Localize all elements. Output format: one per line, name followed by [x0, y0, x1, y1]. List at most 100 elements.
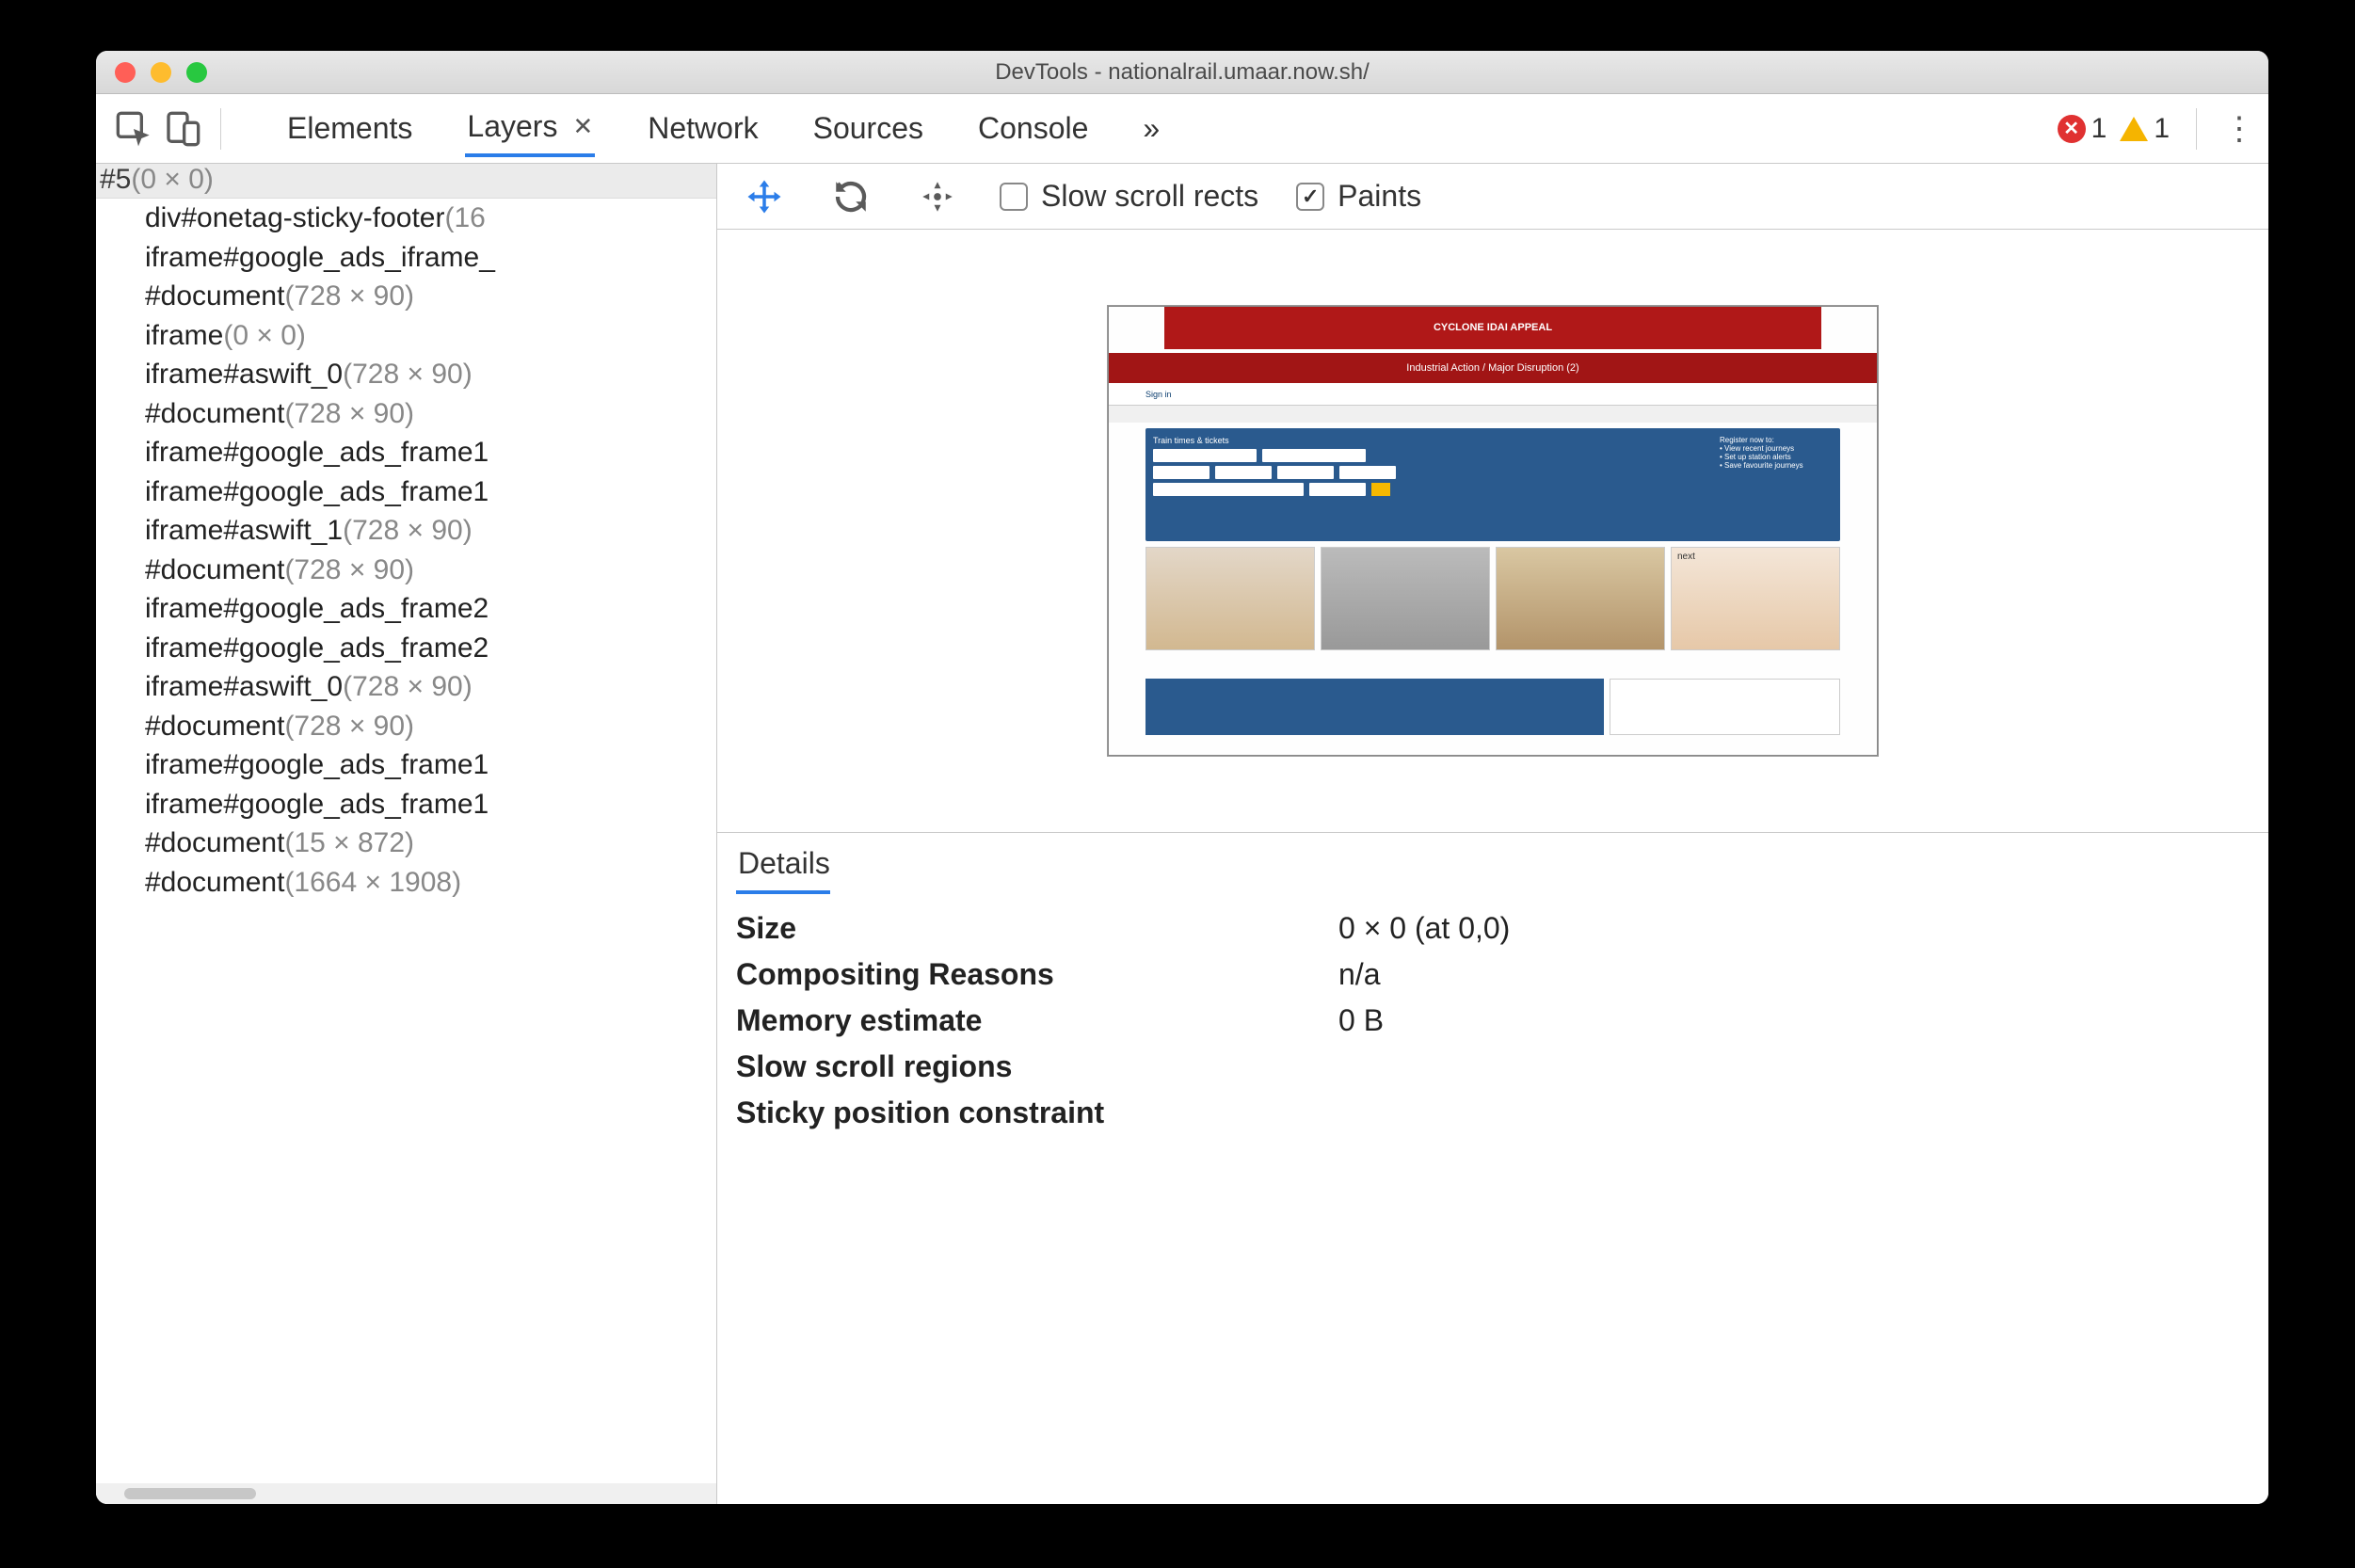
layer-label: #document	[145, 554, 284, 585]
layer-label: iframe#google_ads_frame1	[145, 437, 489, 468]
window-title: DevTools - nationalrail.umaar.now.sh/	[96, 59, 2268, 86]
details-value: 0 × 0 (at 0,0)	[1338, 911, 2250, 946]
tab-label: Network	[648, 111, 758, 146]
chevron-overflow-icon: »	[1143, 111, 1160, 146]
layer-dim: (728 × 90)	[284, 398, 414, 429]
rotate-mode-icon[interactable]	[826, 172, 875, 221]
layer-tree-item[interactable]: div#onetag-sticky-footer(16	[96, 199, 716, 238]
layer-tree-item[interactable]: #document(728 × 90)	[96, 707, 716, 746]
warning-icon	[2120, 117, 2148, 141]
layer-dim: (728 × 90)	[343, 515, 473, 546]
tab-elements[interactable]: Elements	[285, 102, 414, 155]
thumbnail-banner: CYCLONE IDAI APPEAL	[1164, 306, 1821, 349]
thumbnail-alert-strip: Industrial Action / Major Disruption (2)	[1108, 353, 1878, 383]
layer-tree-selected-row[interactable]: #5(0 × 0)	[96, 164, 716, 199]
layer-tree-item[interactable]: iframe#google_ads_frame1	[96, 472, 716, 512]
devtools-toolbar: Elements Layers ✕ Network Sources Consol…	[96, 94, 2268, 164]
separator	[2196, 108, 2197, 150]
horizontal-scrollbar[interactable]	[96, 1483, 716, 1504]
error-count: 1	[2091, 113, 2107, 145]
pan-mode-icon[interactable]	[740, 172, 789, 221]
thumbnail-nav: Sign in	[1108, 383, 1878, 406]
paints-checkbox-row[interactable]: Paints	[1296, 179, 1421, 214]
tabs-overflow-button[interactable]: »	[1141, 102, 1161, 155]
thumbnail-hero: Train times & tickets Register now to:• …	[1145, 428, 1840, 541]
layer-label: iframe#google_ads_frame1	[145, 476, 489, 507]
kebab-menu-icon[interactable]: ⋮	[2223, 113, 2255, 145]
layer-preview-viewport[interactable]: CYCLONE IDAI APPEAL Industrial Action / …	[717, 230, 2268, 832]
details-value	[1338, 1096, 2250, 1130]
titlebar: DevTools - nationalrail.umaar.now.sh/	[96, 51, 2268, 94]
tab-network[interactable]: Network	[646, 102, 760, 155]
layer-tree-sidebar: #5(0 × 0) div#onetag-sticky-footer(16 ifr…	[96, 164, 717, 1504]
tab-label: Sources	[813, 111, 923, 146]
details-key: Slow scroll regions	[736, 1049, 1338, 1084]
layers-main: Slow scroll rects Paints CYCLONE IDAI AP…	[717, 164, 2268, 1504]
layer-dim: (728 × 90)	[284, 280, 414, 312]
layer-tree-item[interactable]: iframe#google_ads_frame2	[96, 629, 716, 668]
layer-tree-item[interactable]: #document(15 × 872)	[96, 824, 716, 863]
details-value	[1338, 1049, 2250, 1084]
layer-label: iframe#aswift_1	[145, 515, 343, 546]
layer-label: iframe#google_ads_frame1	[145, 749, 489, 780]
warning-count: 1	[2154, 113, 2170, 145]
layer-dim: (16	[445, 202, 486, 233]
checkbox-icon[interactable]	[1296, 183, 1324, 211]
close-icon[interactable]: ✕	[572, 112, 593, 141]
error-count-badge[interactable]: ✕ 1	[2058, 113, 2107, 145]
layer-label: iframe	[145, 320, 223, 351]
layer-dim: (15 × 872)	[284, 827, 414, 858]
devtools-window: DevTools - nationalrail.umaar.now.sh/ El…	[96, 51, 2268, 1504]
layer-tree-item[interactable]: iframe#aswift_0(728 × 90)	[96, 667, 716, 707]
separator	[220, 108, 221, 150]
layer-tree-item[interactable]: iframe#google_ads_frame2	[96, 589, 716, 629]
layers-toolbar: Slow scroll rects Paints	[717, 164, 2268, 230]
thumbnail-card-row	[1145, 547, 1840, 650]
layer-tree-item[interactable]: #document(728 × 90)	[96, 551, 716, 590]
tab-label: Elements	[287, 111, 412, 146]
details-grid: Size0 × 0 (at 0,0)Compositing Reasonsn/a…	[736, 911, 2250, 1130]
layer-tree-item[interactable]: iframe(0 × 0)	[96, 316, 716, 356]
details-tab[interactable]: Details	[736, 846, 830, 894]
panel-tabs: Elements Layers ✕ Network Sources Consol…	[285, 100, 1161, 157]
checkbox-label: Slow scroll rects	[1041, 179, 1258, 214]
layer-tree-item[interactable]: #document(728 × 90)	[96, 277, 716, 316]
layer-tree-item[interactable]: iframe#google_ads_frame1	[96, 785, 716, 824]
layer-dim: (728 × 90)	[343, 359, 473, 390]
layer-label: iframe#google_ads_frame2	[145, 632, 489, 664]
layer-tree-item[interactable]: iframe#google_ads_iframe_	[96, 238, 716, 278]
layer-tree-item[interactable]: #document(1664 × 1908)	[96, 863, 716, 903]
layer-dim: (728 × 90)	[284, 554, 414, 585]
layer-tree-list[interactable]: div#onetag-sticky-footer(16 iframe#google…	[96, 199, 716, 1483]
layer-label: #document	[145, 398, 284, 429]
details-value: n/a	[1338, 957, 2250, 992]
layer-tree-item[interactable]: #document(728 × 90)	[96, 394, 716, 434]
tab-layers[interactable]: Layers ✕	[465, 100, 595, 157]
panel-body: #5(0 × 0) div#onetag-sticky-footer(16 ifr…	[96, 164, 2268, 1504]
layer-tree-item[interactable]: iframe#google_ads_frame1	[96, 745, 716, 785]
layer-tree-item[interactable]: iframe#google_ads_frame1	[96, 433, 716, 472]
details-key: Compositing Reasons	[736, 957, 1338, 992]
layer-label: #document	[145, 867, 284, 898]
inspect-element-icon[interactable]	[109, 104, 158, 153]
layer-dim: (728 × 90)	[284, 711, 414, 742]
checkbox-icon[interactable]	[1000, 183, 1028, 211]
details-key: Size	[736, 911, 1338, 946]
details-key: Memory estimate	[736, 1003, 1338, 1038]
tab-label: Console	[978, 111, 1088, 146]
tab-console[interactable]: Console	[976, 102, 1090, 155]
slow-scroll-checkbox-row[interactable]: Slow scroll rects	[1000, 179, 1258, 214]
toggle-device-toolbar-icon[interactable]	[158, 104, 207, 153]
details-value: 0 B	[1338, 1003, 2250, 1038]
details-key: Sticky position constraint	[736, 1096, 1338, 1130]
layer-tree-item[interactable]: iframe#aswift_0(728 × 90)	[96, 355, 716, 394]
warning-count-badge[interactable]: 1	[2120, 113, 2170, 145]
checkbox-label: Paints	[1338, 179, 1421, 214]
layer-label: #5	[100, 164, 131, 195]
scrollbar-thumb[interactable]	[124, 1488, 256, 1499]
reset-view-icon[interactable]	[913, 172, 962, 221]
layer-label: iframe#google_ads_iframe_	[145, 242, 495, 273]
tab-sources[interactable]: Sources	[811, 102, 925, 155]
layer-label: iframe#aswift_0	[145, 671, 343, 702]
layer-tree-item[interactable]: iframe#aswift_1(728 × 90)	[96, 511, 716, 551]
